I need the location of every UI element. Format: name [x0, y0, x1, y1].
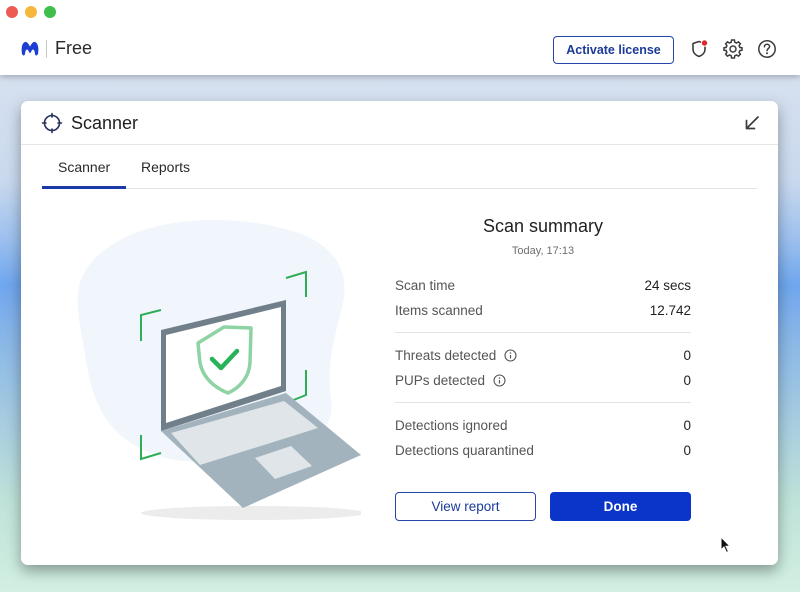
summary-actions: View report Done [395, 492, 691, 521]
active-tab-indicator [42, 186, 126, 189]
scan-stats-group: Scan time 24 secs Items scanned 12.742 [395, 273, 691, 323]
done-button[interactable]: Done [550, 492, 691, 521]
stat-value: 0 [683, 373, 691, 388]
info-icon[interactable] [493, 374, 506, 387]
info-icon[interactable] [504, 349, 517, 362]
scan-summary: Scan summary Today, 17:13 Scan time 24 s… [395, 211, 691, 463]
scanner-panel: Scanner Scanner Reports Scan summary Tod… [21, 101, 778, 565]
stat-value: 0 [683, 443, 691, 458]
stat-row-scan-time: Scan time 24 secs [395, 273, 691, 298]
close-window-button[interactable] [6, 6, 18, 18]
activate-license-button[interactable]: Activate license [553, 36, 674, 64]
stat-label: Scan time [395, 278, 456, 293]
divider [395, 402, 691, 403]
stat-row-items-scanned: Items scanned 12.742 [395, 298, 691, 323]
brand: Free [20, 38, 92, 59]
divider [395, 332, 691, 333]
stat-row-detections-ignored: Detections ignored 0 [395, 413, 691, 438]
stat-label: Detections quarantined [395, 443, 534, 458]
stat-value: 0 [683, 418, 691, 433]
stat-label: Items scanned [395, 303, 483, 318]
gear-icon[interactable] [723, 39, 743, 59]
maximize-window-button[interactable] [44, 6, 56, 18]
stat-row-detections-quarantined: Detections quarantined 0 [395, 438, 691, 463]
stat-label: PUPs detected [395, 373, 486, 388]
shadow [141, 506, 361, 520]
panel-tabs: Scanner Reports [42, 145, 757, 189]
app-titlebar: Free Activate license [0, 0, 800, 75]
tab-scanner[interactable]: Scanner [58, 159, 110, 175]
stat-value: 0 [683, 348, 691, 363]
panel-title: Scanner [71, 113, 139, 133]
stat-value: 24 secs [644, 278, 691, 293]
stat-row-pups-detected: PUPs detected 0 [395, 368, 691, 393]
brand-edition: Free [55, 38, 93, 58]
actions-group: Detections ignored 0 Detections quaranti… [395, 413, 691, 463]
mouse-cursor-icon [720, 536, 732, 554]
laptop-protected-illustration [77, 220, 361, 520]
crosshair-icon [41, 112, 63, 134]
stat-value: 12.742 [649, 303, 691, 318]
collapse-arrow-icon[interactable] [744, 115, 760, 131]
help-icon[interactable] [757, 39, 777, 59]
summary-date: Today, 17:13 [511, 245, 575, 257]
summary-title: Scan summary [482, 216, 604, 236]
detections-group: Threats detected 0 PUPs detected 0 [395, 343, 691, 393]
window-controls [6, 6, 56, 18]
brand-divider [46, 39, 47, 58]
stat-label: Threats detected [395, 348, 497, 363]
panel-header: Scanner [21, 101, 778, 145]
view-report-button[interactable]: View report [395, 492, 536, 521]
malwarebytes-logo-icon [21, 41, 39, 55]
minimize-window-button[interactable] [25, 6, 37, 18]
stat-row-threats-detected: Threats detected 0 [395, 343, 691, 368]
tab-reports[interactable]: Reports [141, 159, 190, 175]
stat-label: Detections ignored [395, 418, 508, 433]
shield-alert-icon[interactable] [689, 39, 709, 59]
